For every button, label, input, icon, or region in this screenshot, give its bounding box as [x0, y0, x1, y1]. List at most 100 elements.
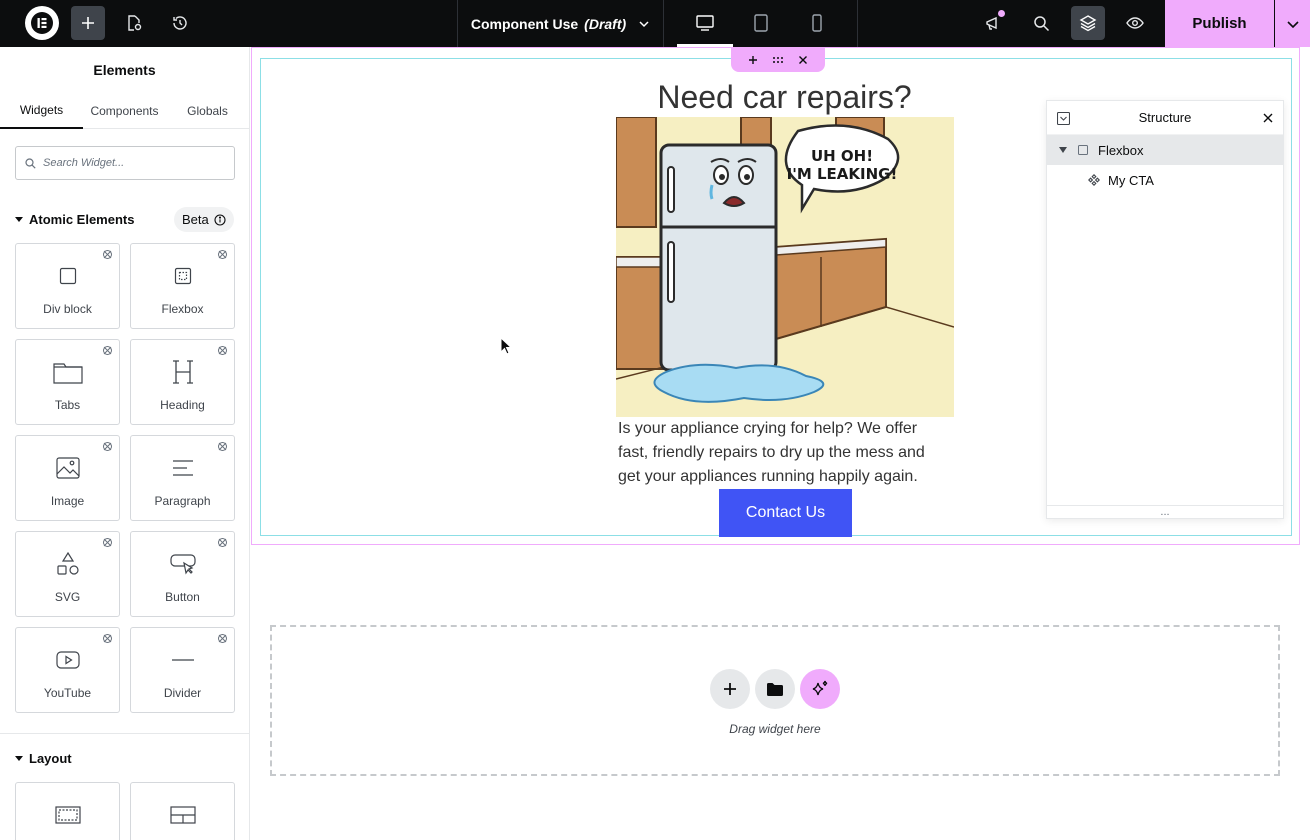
- caret-down-icon: [15, 217, 23, 222]
- tablet-icon[interactable]: [746, 8, 776, 38]
- collapse-all-icon[interactable]: [1057, 112, 1070, 125]
- pin-icon[interactable]: [102, 249, 113, 260]
- cta-heading[interactable]: Need car repairs?: [616, 79, 953, 116]
- structure-panel: Structure Flexbox My CTA ...: [1046, 100, 1284, 519]
- structure-item-flexbox[interactable]: Flexbox: [1047, 135, 1283, 165]
- search-widget-field[interactable]: [15, 146, 235, 180]
- page-settings-icon[interactable]: [117, 6, 151, 40]
- sparkles-icon: [812, 680, 828, 696]
- desktop-icon[interactable]: [690, 8, 720, 38]
- pin-icon[interactable]: [217, 345, 228, 356]
- add-element-button[interactable]: [71, 6, 105, 40]
- plus-icon: [724, 683, 736, 695]
- structure-item-label: My CTA: [1108, 173, 1154, 188]
- add-section-button[interactable]: [710, 669, 750, 709]
- close-icon[interactable]: [1263, 113, 1273, 123]
- widget-svg[interactable]: SVG: [15, 531, 120, 617]
- grid-icon: [169, 801, 196, 829]
- pin-icon[interactable]: [217, 249, 228, 260]
- mouse-cursor-icon: [500, 337, 512, 355]
- div-block-icon: [59, 262, 77, 290]
- responsive-mode-switcher: [664, 0, 858, 47]
- publish-options-dropdown[interactable]: [1275, 0, 1310, 47]
- drop-zone-hint: Drag widget here: [729, 722, 821, 736]
- chevron-down-icon: [639, 20, 649, 27]
- beta-badge[interactable]: Beta: [174, 207, 234, 232]
- structure-layers-icon[interactable]: [1071, 6, 1105, 40]
- widget-label: Button: [165, 590, 200, 604]
- beta-label: Beta: [182, 212, 209, 227]
- info-icon: [214, 213, 226, 226]
- top-bar: Component Use (Draft) Publish: [0, 0, 1310, 47]
- ai-generate-button[interactable]: [800, 669, 840, 709]
- contact-us-button[interactable]: Contact Us: [719, 489, 852, 537]
- history-icon[interactable]: [163, 6, 197, 40]
- preview-eye-icon[interactable]: [1118, 6, 1152, 40]
- paragraph-icon: [172, 454, 194, 482]
- layout-section-toggle[interactable]: Layout: [15, 751, 72, 766]
- mobile-icon[interactable]: [802, 8, 832, 38]
- elements-panel: Elements Widgets Components Globals Atom…: [0, 47, 250, 840]
- empty-drop-zone[interactable]: Drag widget here: [270, 625, 1280, 776]
- cta-paragraph[interactable]: Is your appliance crying for help? We of…: [618, 417, 948, 489]
- pin-icon[interactable]: [217, 633, 228, 644]
- tab-widgets[interactable]: Widgets: [0, 93, 83, 129]
- search-icon: [25, 157, 36, 169]
- widget-label: Flexbox: [161, 302, 204, 316]
- resize-handle[interactable]: ...: [1047, 505, 1283, 518]
- pin-icon[interactable]: [102, 633, 113, 644]
- widget-youtube[interactable]: YouTube: [15, 627, 120, 713]
- add-icon[interactable]: [748, 55, 758, 65]
- close-icon[interactable]: [798, 55, 808, 65]
- pin-icon[interactable]: [102, 537, 113, 548]
- youtube-icon: [55, 646, 80, 674]
- pin-icon[interactable]: [217, 537, 228, 548]
- widget-divider[interactable]: Divider: [130, 627, 235, 713]
- widget-label: YouTube: [43, 686, 92, 700]
- container-icon: [54, 801, 81, 829]
- atomic-widgets-grid: Div block Flexbox Tabs Heading Image Par: [15, 243, 235, 713]
- search-icon[interactable]: [1024, 6, 1058, 40]
- tabs-icon: [52, 358, 83, 386]
- section-title: Layout: [29, 751, 72, 766]
- add-template-button[interactable]: [755, 669, 795, 709]
- tab-globals[interactable]: Globals: [166, 93, 249, 128]
- widget-container[interactable]: [15, 782, 120, 840]
- pin-icon[interactable]: [102, 441, 113, 452]
- drag-handle-icon[interactable]: [772, 56, 784, 64]
- widget-image[interactable]: Image: [15, 435, 120, 521]
- widget-label: Tabs: [54, 398, 81, 412]
- heading-icon: [171, 358, 195, 386]
- folder-icon: [767, 682, 783, 696]
- widget-flexbox[interactable]: Flexbox: [130, 243, 235, 329]
- document-status: (Draft): [584, 15, 627, 32]
- structure-title: Structure: [1138, 110, 1192, 125]
- structure-header: Structure: [1047, 101, 1283, 135]
- widget-label: Image: [50, 494, 85, 508]
- widget-grid[interactable]: [130, 782, 235, 840]
- flexbox-icon: [1078, 145, 1088, 155]
- layout-widgets-grid: [15, 782, 235, 840]
- pin-icon[interactable]: [217, 441, 228, 452]
- notifications-icon[interactable]: [976, 6, 1010, 40]
- widget-div-block[interactable]: Div block: [15, 243, 120, 329]
- atomic-elements-section-toggle[interactable]: Atomic Elements: [15, 212, 134, 227]
- structure-item-my-cta[interactable]: My CTA: [1047, 165, 1283, 195]
- widget-paragraph[interactable]: Paragraph: [130, 435, 235, 521]
- document-title-dropdown[interactable]: Component Use (Draft): [457, 0, 664, 47]
- elementor-logo-icon[interactable]: [25, 6, 59, 40]
- widget-button[interactable]: Button: [130, 531, 235, 617]
- tab-components[interactable]: Components: [83, 93, 166, 128]
- speech-line-2: I'M LEAKING!: [787, 165, 898, 183]
- widget-tabs[interactable]: Tabs: [15, 339, 120, 425]
- search-widget-input[interactable]: [43, 157, 223, 169]
- component-icon: [1088, 174, 1100, 186]
- divider-icon: [171, 646, 195, 674]
- widget-label: Paragraph: [154, 494, 211, 508]
- caret-down-icon[interactable]: [1059, 147, 1067, 153]
- publish-button[interactable]: Publish: [1165, 0, 1274, 47]
- leaking-fridge-image[interactable]: UH OH! I'M LEAKING!: [616, 117, 954, 417]
- widget-label: Div block: [43, 302, 92, 316]
- pin-icon[interactable]: [102, 345, 113, 356]
- widget-heading[interactable]: Heading: [130, 339, 235, 425]
